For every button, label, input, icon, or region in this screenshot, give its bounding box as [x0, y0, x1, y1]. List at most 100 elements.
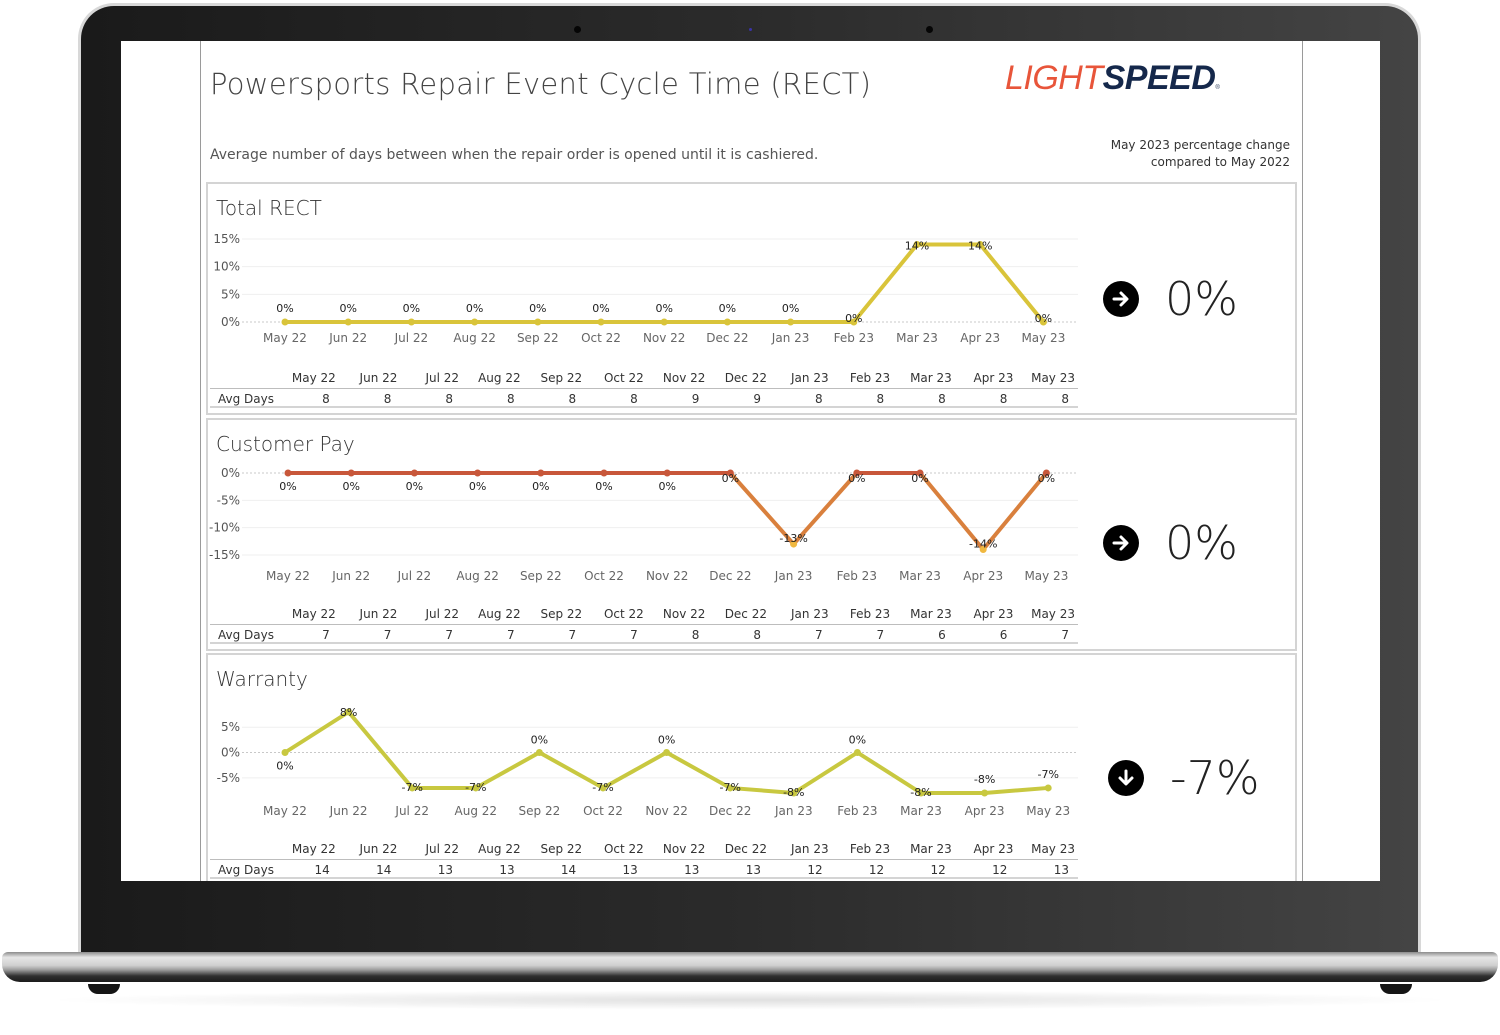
- data-point[interactable]: [407, 318, 415, 326]
- data-label: -8%: [783, 786, 804, 799]
- table-cell: 13: [499, 863, 515, 877]
- camera-dot: [574, 26, 581, 33]
- kpi-customer-pay: 0%: [1103, 516, 1238, 570]
- data-point[interactable]: [534, 318, 542, 326]
- data-point[interactable]: [281, 318, 289, 326]
- table-column-header: May 22: [291, 607, 336, 621]
- camera-dot: [926, 26, 933, 33]
- data-point[interactable]: [410, 469, 418, 477]
- y-tick-label: 0%: [221, 746, 240, 760]
- x-tick-label: May 22: [266, 569, 310, 583]
- x-tick-label: Jun 22: [329, 804, 368, 818]
- data-label: 0%: [845, 312, 862, 325]
- table-column-header: May 23: [1031, 842, 1075, 856]
- data-label: 0%: [342, 480, 359, 493]
- data-point[interactable]: [853, 749, 861, 756]
- table-column-header: Mar 23: [910, 607, 952, 621]
- table-cell: 7: [445, 628, 453, 642]
- data-label: -7%: [465, 781, 486, 794]
- table-column-header: Oct 22: [603, 371, 644, 385]
- data-point[interactable]: [723, 318, 731, 326]
- data-point[interactable]: [347, 469, 355, 477]
- data-label: -14%: [969, 538, 997, 551]
- y-tick-label: 5%: [221, 720, 240, 734]
- data-point[interactable]: [535, 749, 543, 756]
- table-cell: 6: [999, 628, 1008, 642]
- data-point[interactable]: [344, 318, 352, 326]
- data-label: 0%: [658, 480, 675, 493]
- data-point[interactable]: [660, 318, 668, 326]
- x-tick-label: Sep 22: [517, 331, 559, 345]
- data-point[interactable]: [471, 318, 479, 326]
- data-point[interactable]: [600, 469, 608, 477]
- data-point[interactable]: [981, 789, 989, 797]
- data-label: 0%: [658, 734, 675, 747]
- x-tick-label: Sep 22: [519, 804, 561, 818]
- dashboard-screen: Powersports Repair Event Cycle Time (REC…: [121, 41, 1380, 881]
- x-tick-label: Sep 22: [520, 569, 562, 583]
- data-point[interactable]: [281, 749, 289, 756]
- arrow-right-circle-icon: [1103, 525, 1139, 561]
- laptop-foot: [88, 984, 120, 994]
- panel-warranty: Warranty 5% 0% -5% 0% May 22 8% Jun 22 -7% Jul 2…: [206, 653, 1297, 881]
- data-point[interactable]: [597, 318, 605, 326]
- table-column-header: Nov 22: [662, 842, 706, 856]
- table-column-header: Nov 22: [662, 371, 706, 385]
- table-cell: 9: [753, 392, 761, 406]
- arrow-down-circle-icon: [1108, 760, 1144, 796]
- data-point[interactable]: [537, 469, 545, 477]
- data-point[interactable]: [474, 469, 482, 477]
- table-cell: 8: [938, 392, 946, 406]
- logo-speed-text: SPEED: [1102, 59, 1216, 97]
- data-label: 0%: [531, 734, 548, 747]
- data-point[interactable]: [284, 469, 292, 477]
- table-cell: 8: [568, 392, 577, 406]
- data-point[interactable]: [663, 749, 671, 756]
- table-cell: 8: [383, 392, 392, 406]
- table-cell: 13: [437, 863, 453, 877]
- table-cell: 12: [992, 863, 1008, 877]
- table-column-header: Dec 22: [724, 842, 767, 856]
- row-label: Avg Days: [218, 392, 274, 406]
- x-tick-label: Jul 22: [394, 804, 429, 818]
- table-column-header: Mar 23: [910, 371, 952, 385]
- avg-days-table: May 22 Jun 22 Jul 22 Aug 22 Sep 22 Oct 22 Nov …: [210, 839, 1078, 879]
- y-tick-label: -5%: [217, 493, 240, 507]
- table-cell: 13: [745, 863, 761, 877]
- data-label: 0%: [722, 472, 739, 485]
- x-tick-label: Mar 23: [896, 331, 938, 345]
- data-label: -7%: [1037, 768, 1058, 781]
- x-tick-label: Feb 23: [837, 569, 877, 583]
- kpi-total-rect: 0%: [1103, 272, 1238, 326]
- y-tick-label: -15%: [209, 548, 240, 562]
- table-column-header: Aug 22: [478, 842, 521, 856]
- data-point[interactable]: [663, 469, 671, 477]
- data-label: 0%: [339, 302, 356, 315]
- table-cell: 6: [938, 628, 946, 642]
- avg-days-table: May 22 Jun 22 Jul 22 Aug 22 Sep 22 Oct 22 Nov …: [210, 368, 1078, 408]
- table-column-header: Jan 23: [791, 607, 829, 621]
- table-row: Avg Days 14 14 13 13 14 13 13 13 12 12 12 12 13: [210, 859, 1078, 879]
- x-tick-label: Nov 22: [646, 569, 689, 583]
- table-cell: 12: [930, 863, 946, 877]
- data-label: -7%: [719, 781, 740, 794]
- comparison-note-line1: May 2023 percentage change: [1110, 138, 1290, 152]
- table-column-header: Sep 22: [540, 607, 583, 621]
- data-point[interactable]: [1044, 784, 1052, 792]
- x-tick-label: May 22: [263, 331, 307, 345]
- x-tick-label: Apr 23: [963, 569, 1003, 583]
- x-tick-label: Jun 22: [331, 569, 370, 583]
- logo-light-text: LIGHT: [1005, 59, 1103, 97]
- x-tick-label: Oct 22: [583, 804, 623, 818]
- right-margin-pane: [1302, 41, 1380, 881]
- data-point[interactable]: [787, 318, 795, 326]
- x-tick-label: Feb 23: [837, 804, 877, 818]
- table-cell: 12: [807, 863, 823, 877]
- table-cell: 9: [691, 392, 700, 406]
- table-cell: 8: [506, 392, 515, 406]
- table-column-header: Jan 23: [791, 842, 829, 856]
- y-tick-label: 0%: [221, 466, 240, 480]
- x-tick-label: May 22: [263, 804, 307, 818]
- table-column-header: Apr 23: [973, 842, 1014, 856]
- table-column-header: Jun 22: [359, 607, 398, 621]
